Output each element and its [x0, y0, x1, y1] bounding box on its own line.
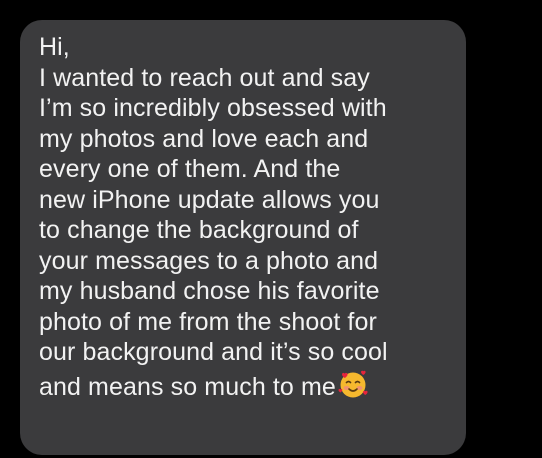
message-line: Hi, [39, 33, 70, 61]
smiling-face-with-hearts-icon [337, 368, 369, 408]
message-line: your messages to a photo and [39, 246, 379, 275]
message-line-last: and means so much to me [39, 368, 454, 408]
message-line: my husband chose his favorite [39, 277, 380, 305]
message-line: to change the background of [39, 216, 359, 244]
message-line: I wanted to reach out and say [39, 63, 370, 92]
message-line-text: and means so much to me [39, 372, 336, 401]
message-bubble[interactable]: Hi, I wanted to reach out and say I’m so… [20, 20, 466, 455]
message-line: photo of me from the shoot for [39, 307, 377, 336]
message-line: new iPhone update allows you [39, 185, 380, 214]
message-line: my photos and love each and [39, 124, 369, 153]
message-line: I’m so incredibly obsessed with [39, 94, 387, 122]
message-line: every one of them. And the [39, 155, 341, 183]
message-line: our background and it’s so cool [39, 338, 388, 366]
